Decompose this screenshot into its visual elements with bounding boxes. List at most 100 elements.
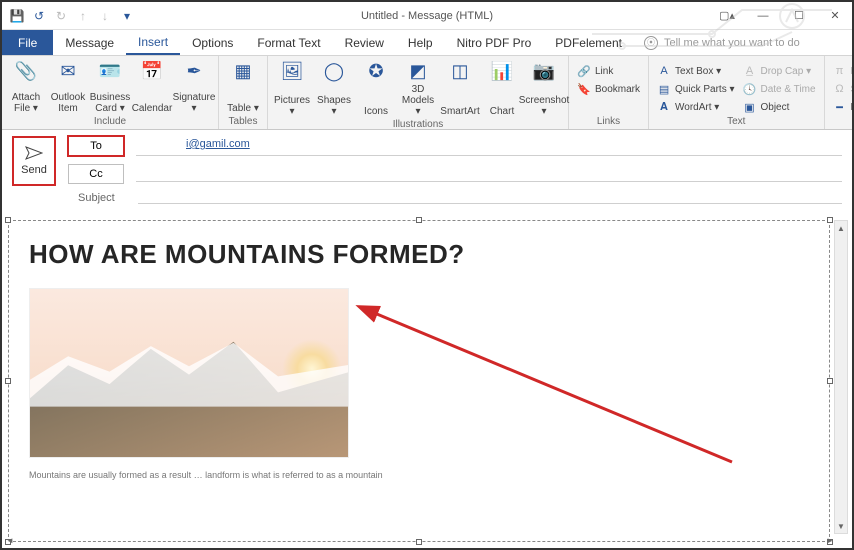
textbox-icon: A xyxy=(657,65,671,77)
to-recipient[interactable]: i@gamil.com xyxy=(186,138,250,150)
scroll-left-button[interactable]: ◄ xyxy=(6,536,14,546)
tell-me-search[interactable]: ⦿ Tell me what you want to do xyxy=(644,30,800,55)
textbox-button[interactable]: AText Box ▾ xyxy=(653,62,738,80)
scroll-up-button[interactable]: ▲ xyxy=(835,221,847,235)
icons-icon: ✪ xyxy=(364,60,388,84)
maximize-button[interactable]: ☐ xyxy=(782,4,816,28)
picture-icon: 🖼 xyxy=(280,60,304,84)
signature-icon: ✒ xyxy=(182,60,206,84)
mail-icon: ✉ xyxy=(56,60,80,84)
minimize-button[interactable]: — xyxy=(746,4,780,28)
quickparts-button[interactable]: ▤Quick Parts ▾ xyxy=(653,80,738,98)
signature-button[interactable]: ✒Signature ▾ xyxy=(174,58,214,116)
tab-nitro-pdf[interactable]: Nitro PDF Pro xyxy=(445,30,544,55)
dropcap-icon: A̲ xyxy=(743,65,757,77)
redo-icon[interactable]: ↻ xyxy=(54,9,68,23)
subject-field[interactable] xyxy=(138,192,842,204)
group-symbols: πEquation ▾ ΩSymbol ▾ ━Horizontal Line S… xyxy=(825,56,852,129)
inserted-object[interactable]: HOW ARE MOUNTAINS FORMED? Mountains are … xyxy=(8,220,830,542)
pictures-button[interactable]: 🖼Pictures ▾ xyxy=(272,58,312,119)
business-card-button[interactable]: 🪪Business Card ▾ xyxy=(90,58,130,116)
cc-field[interactable] xyxy=(136,164,842,182)
tab-options[interactable]: Options xyxy=(180,30,245,55)
table-icon: ▦ xyxy=(231,60,255,84)
card-icon: 🪪 xyxy=(98,60,122,84)
resize-handle-nw[interactable] xyxy=(5,217,11,223)
vertical-scrollbar[interactable]: ▲ ▼ xyxy=(834,220,848,534)
link-button[interactable]: 🔗Link xyxy=(573,62,644,80)
bookmark-button[interactable]: 🔖Bookmark xyxy=(573,80,644,98)
tab-insert[interactable]: Insert xyxy=(126,30,180,55)
tab-format-text[interactable]: Format Text xyxy=(245,30,332,55)
ribbon-options-button[interactable]: ▢▴ xyxy=(710,4,744,28)
close-button[interactable]: ✕ xyxy=(818,4,852,28)
resize-handle-ne[interactable] xyxy=(827,217,833,223)
outlook-item-button[interactable]: ✉Outlook Item xyxy=(48,58,88,116)
scroll-down-button[interactable]: ▼ xyxy=(835,519,847,533)
resize-handle-w[interactable] xyxy=(5,378,11,384)
down-icon[interactable]: ↓ xyxy=(98,9,112,23)
chart-button[interactable]: 📊Chart xyxy=(482,58,522,119)
dropcap-button[interactable]: A̲Drop Cap ▾ xyxy=(739,62,820,80)
to-button[interactable]: To xyxy=(68,136,124,156)
send-button[interactable]: Send xyxy=(12,136,56,186)
symbol-icon: Ω xyxy=(833,83,847,95)
icons-button[interactable]: ✪Icons xyxy=(356,58,396,119)
resize-handle-n[interactable] xyxy=(416,217,422,223)
message-body[interactable]: HOW ARE MOUNTAINS FORMED? Mountains are … xyxy=(8,220,830,542)
cube-icon: ◩ xyxy=(406,60,430,84)
save-icon[interactable]: 💾 xyxy=(10,9,24,23)
undo-icon[interactable]: ↺ xyxy=(32,9,46,23)
tab-file[interactable]: File xyxy=(2,30,53,55)
resize-handle-e[interactable] xyxy=(827,378,833,384)
subject-row: Subject xyxy=(2,190,852,208)
calendar-icon: 📅 xyxy=(140,60,164,84)
group-include: 📎Attach File ▾ ✉Outlook Item 🪪Business C… xyxy=(2,56,219,129)
ribbon-tabs: File Message Insert Options Format Text … xyxy=(2,30,852,56)
group-links: 🔗Link 🔖Bookmark Links xyxy=(569,56,649,129)
3d-models-button[interactable]: ◩3D Models ▾ xyxy=(398,58,438,119)
document-content: HOW ARE MOUNTAINS FORMED? Mountains are … xyxy=(9,221,829,498)
wordart-button[interactable]: 𝐀WordArt ▾ xyxy=(653,98,738,116)
subject-label: Subject xyxy=(78,192,138,204)
tab-review[interactable]: Review xyxy=(333,30,396,55)
shapes-icon: ◯ xyxy=(322,60,346,84)
tab-pdfelement[interactable]: PDFelement xyxy=(543,30,634,55)
cc-button[interactable]: Cc xyxy=(68,164,124,184)
ribbon-panel: 📎Attach File ▾ ✉Outlook Item 🪪Business C… xyxy=(2,56,852,130)
tab-message[interactable]: Message xyxy=(53,30,126,55)
address-fields: i@gamil.com xyxy=(136,136,842,186)
attach-file-button[interactable]: 📎Attach File ▾ xyxy=(6,58,46,116)
qat-more-icon[interactable]: ▾ xyxy=(120,9,134,23)
to-field[interactable]: i@gamil.com xyxy=(136,138,842,156)
scroll-right-button[interactable]: ► xyxy=(826,536,834,546)
bulb-icon: ⦿ xyxy=(644,36,658,50)
wordart-icon: 𝐀 xyxy=(657,101,671,114)
bookmark-icon: 🔖 xyxy=(577,83,591,96)
quickparts-icon: ▤ xyxy=(657,83,671,96)
link-icon: 🔗 xyxy=(577,65,591,78)
tab-help[interactable]: Help xyxy=(396,30,445,55)
up-icon[interactable]: ↑ xyxy=(76,9,90,23)
table-button[interactable]: ▦Table ▾ xyxy=(223,58,263,116)
symbol-button[interactable]: ΩSymbol ▾ xyxy=(829,80,852,98)
window-title: Untitled - Message (HTML) xyxy=(361,10,493,22)
group-tables-label: Tables xyxy=(223,116,263,129)
object-button[interactable]: ▣Object xyxy=(739,98,820,116)
group-illustrations: 🖼Pictures ▾ ◯Shapes ▾ ✪Icons ◩3D Models … xyxy=(268,56,569,129)
smartart-button[interactable]: ◫SmartArt xyxy=(440,58,480,119)
smartart-icon: ◫ xyxy=(448,60,472,84)
document-caption: Mountains are usually formed as a result… xyxy=(29,470,809,480)
horizontal-scrollbar[interactable]: ◄ ► xyxy=(6,536,834,546)
calendar-button[interactable]: 📅Calendar xyxy=(132,58,172,116)
mountain-image xyxy=(29,288,349,458)
horizontal-line-button[interactable]: ━Horizontal Line xyxy=(829,98,852,116)
datetime-button[interactable]: 🕓Date & Time xyxy=(739,80,820,98)
chart-icon: 📊 xyxy=(490,60,514,84)
compose-header: Send To Cc i@gamil.com xyxy=(2,130,852,190)
paperclip-icon: 📎 xyxy=(14,60,38,84)
screenshot-button[interactable]: 📷Screenshot ▾ xyxy=(524,58,564,119)
datetime-icon: 🕓 xyxy=(743,83,757,96)
equation-button[interactable]: πEquation ▾ xyxy=(829,62,852,80)
shapes-button[interactable]: ◯Shapes ▾ xyxy=(314,58,354,119)
